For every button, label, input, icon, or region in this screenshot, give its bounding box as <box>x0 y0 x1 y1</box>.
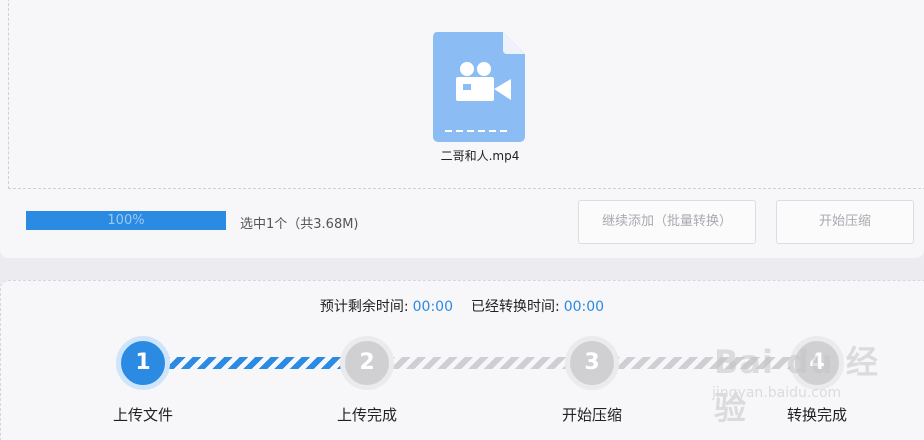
remaining-time-label: 预计剩余时间: <box>319 299 409 315</box>
upload-progress-text: 100% <box>107 213 145 228</box>
step-connector-1 <box>165 357 345 369</box>
video-file-icon[interactable] <box>433 32 525 142</box>
upload-panel: 二哥和人.mp4 100% 选中1个（共3.68M) 继续添加（批量转换） 开始… <box>0 0 924 258</box>
add-more-button[interactable]: 继续添加（批量转换） <box>578 200 756 244</box>
step-1-circle: 1 <box>116 336 170 390</box>
step-3-circle: 3 <box>565 336 619 390</box>
elapsed-time-value: 00:00 <box>563 299 605 315</box>
step-2-circle: 2 <box>340 336 394 390</box>
step-2-label: 上传完成 <box>336 406 397 424</box>
elapsed-time-label: 已经转换时间: <box>471 299 560 315</box>
remaining-time-value: 00:00 <box>412 299 453 315</box>
upload-progress-bar: 100% <box>26 211 226 230</box>
step-3-label: 开始压缩 <box>561 406 622 424</box>
file-name: 二哥和人.mp4 <box>440 149 520 163</box>
time-info: 预计剩余时间: 00:00 已经转换时间: 00:00 <box>0 296 924 316</box>
baidu-watermark: Bai du 经验 jingyan.baidu.com <box>706 325 906 427</box>
watermark-url: jingyan.baidu.com <box>712 385 842 401</box>
watermark-text: Bai du 经验 <box>714 343 879 427</box>
step-connector-2 <box>390 357 570 369</box>
step-1-label: 上传文件 <box>112 406 173 424</box>
selection-info: 选中1个（共3.68M) <box>240 217 359 232</box>
start-compress-button[interactable]: 开始压缩 <box>776 200 914 244</box>
